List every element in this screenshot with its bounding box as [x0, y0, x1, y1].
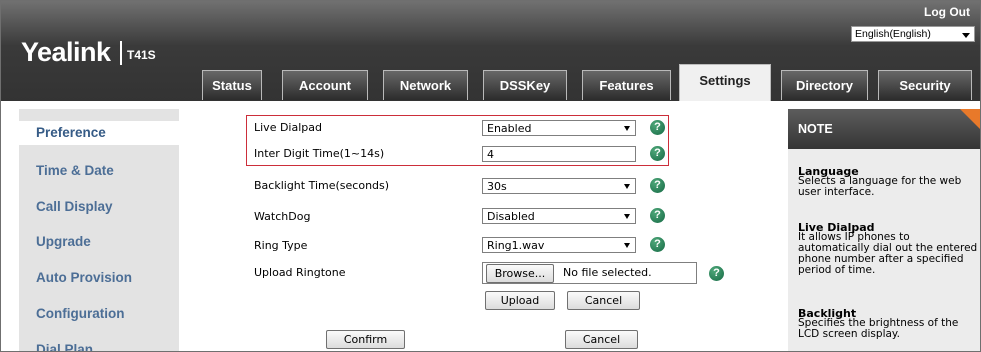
chevron-down-icon — [624, 126, 630, 131]
ring-type-select[interactable]: Ring1.wav — [482, 237, 636, 253]
header-bar: Yealink T41S Log Out English(English) St… — [1, 1, 980, 102]
sidebar-item-configuration[interactable]: Configuration — [19, 302, 179, 326]
chevron-down-icon — [624, 214, 630, 219]
corner-accent — [960, 109, 980, 131]
chevron-down-icon — [624, 184, 630, 189]
help-icon[interactable]: ? — [650, 208, 665, 223]
browser-page: Yealink T41S Log Out English(English) St… — [0, 0, 981, 352]
help-icon[interactable]: ? — [709, 266, 724, 281]
sidebar-item-auto-provision[interactable]: Auto Provision — [19, 266, 179, 290]
note-text-backlight: Specifies the brightness of the LCD scre… — [798, 317, 959, 340]
sidebar-item-preference[interactable]: Preference — [19, 121, 179, 145]
upload-cancel-button[interactable]: Cancel — [567, 291, 640, 310]
tab-network[interactable]: Network — [383, 70, 468, 100]
upload-ringtone-label: Upload Ringtone — [254, 266, 346, 279]
tab-account[interactable]: Account — [282, 70, 368, 100]
sidebar: Preference Time & Date Call Display Upgr… — [19, 109, 179, 351]
help-icon[interactable]: ? — [650, 237, 665, 252]
note-text-live-dialpad: It allows IP phones to automatically dia… — [798, 231, 978, 276]
help-icon[interactable]: ? — [650, 120, 665, 135]
language-value: English(English) — [855, 28, 931, 40]
upload-button[interactable]: Upload — [485, 291, 555, 310]
ring-type-label: Ring Type — [254, 239, 308, 252]
main-content: Preference Time & Date Call Display Upgr… — [1, 101, 980, 351]
backlight-select[interactable]: 30s — [482, 178, 636, 194]
browse-button[interactable]: Browse... — [486, 264, 554, 283]
inter-digit-label: Inter Digit Time(1~14s) — [254, 147, 385, 160]
file-input[interactable]: Browse... No file selected. — [482, 262, 697, 284]
sidebar-item-upgrade[interactable]: Upgrade — [19, 230, 179, 254]
tab-settings[interactable]: Settings — [679, 64, 771, 102]
tab-status[interactable]: Status — [202, 70, 262, 100]
live-dialpad-value: Enabled — [487, 122, 532, 135]
watchdog-select[interactable]: Disabled — [482, 208, 636, 224]
sidebar-item-dial-plan[interactable]: Dial Plan — [19, 338, 179, 351]
logo-divider — [120, 41, 122, 65]
phone-model: T41S — [127, 48, 156, 62]
live-dialpad-label: Live Dialpad — [254, 121, 322, 134]
watchdog-label: WatchDog — [254, 210, 311, 223]
tab-features[interactable]: Features — [582, 70, 671, 100]
note-header: NOTE — [788, 109, 980, 149]
inter-digit-input[interactable]: 4 — [482, 146, 636, 162]
tab-dsskey[interactable]: DSSKey — [483, 70, 567, 100]
sidebar-item-call-display[interactable]: Call Display — [19, 195, 179, 219]
brand-logo: Yealink — [21, 37, 111, 67]
note-panel: NOTE Language Selects a language for the… — [788, 109, 980, 351]
chevron-down-icon — [962, 33, 970, 38]
inter-digit-value: 4 — [487, 148, 494, 161]
ring-type-value: Ring1.wav — [487, 239, 545, 252]
sidebar-item-time-date[interactable]: Time & Date — [19, 159, 179, 183]
tab-directory[interactable]: Directory — [781, 70, 868, 100]
logout-link[interactable]: Log Out — [924, 5, 970, 19]
backlight-value: 30s — [487, 180, 507, 193]
watchdog-value: Disabled — [487, 210, 535, 223]
help-icon[interactable]: ? — [650, 146, 665, 161]
language-select[interactable]: English(English) — [851, 26, 975, 42]
cancel-button[interactable]: Cancel — [565, 330, 638, 349]
confirm-button[interactable]: Confirm — [326, 330, 405, 349]
chevron-down-icon — [624, 243, 630, 248]
live-dialpad-select[interactable]: Enabled — [482, 120, 636, 136]
help-icon[interactable]: ? — [650, 178, 665, 193]
backlight-label: Backlight Time(seconds) — [254, 179, 390, 192]
file-status: No file selected. — [563, 266, 652, 279]
note-text-language: Selects a language for the web user inte… — [798, 175, 962, 198]
tab-security[interactable]: Security — [878, 70, 972, 100]
